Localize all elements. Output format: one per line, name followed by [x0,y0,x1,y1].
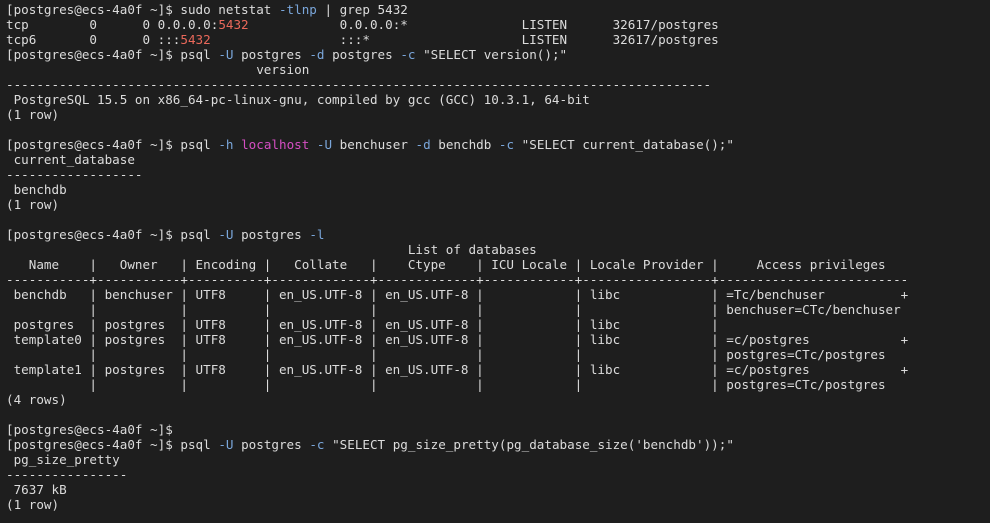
terminal-text: ------------------ [6,167,143,182]
terminal-text: [postgres@ecs-4a0f ~]$ psql [6,137,219,152]
terminal-text: (1 row) [6,107,60,122]
terminal-line: template0 | postgres | UTF8 | en_US.UTF-… [6,332,990,347]
terminal-line: (1 row) [6,497,990,512]
terminal-text: tcp 0 0 0.0.0.0: [6,17,219,32]
terminal-text: Name | Owner | Encoding | Collate | Ctyp… [6,257,886,272]
terminal-text: postgres [233,47,310,62]
terminal-line: ------------------ [6,167,990,182]
terminal-line: -----------+-----------+----------+-----… [6,272,990,287]
terminal-token-opt: -U [218,227,234,242]
terminal-text: | grep 5432 [316,2,408,17]
terminal-text: [postgres@ecs-4a0f ~]$ psql [6,47,219,62]
terminal-text: postgres [233,227,310,242]
terminal-text: (1 row) [6,197,60,212]
terminal-line: ----------------------------------------… [6,77,990,92]
terminal-line: | | | | | | | postgres=CTc/postgres [6,377,990,392]
terminal-line: ---------------- [6,467,990,482]
terminal-token-opt: -U [218,47,234,62]
terminal-token-opt: -d [415,137,431,152]
terminal-output[interactable]: [postgres@ecs-4a0f ~]$ sudo netstat -tln… [0,0,990,523]
terminal-line: [postgres@ecs-4a0f ~]$ psql -U postgres … [6,47,990,62]
terminal-token-opt: -l [309,227,325,242]
terminal-text: tcp6 0 0 ::: [6,32,181,47]
terminal-text: postgres [233,437,310,452]
terminal-line: (4 rows) [6,392,990,407]
terminal-text: | | | | | | | benchuser=CTc/benchuser [6,302,901,317]
terminal-line: benchdb | benchuser | UTF8 | en_US.UTF-8… [6,287,990,302]
terminal-token-lh: localhost [241,137,310,152]
terminal-text: postgres [324,47,401,62]
terminal-line: [postgres@ecs-4a0f ~]$ sudo netstat -tln… [6,2,990,17]
terminal-text: "SELECT current_database();" [514,137,734,152]
terminal-text: template1 | postgres | UTF8 | en_US.UTF-… [6,362,909,377]
terminal-text: | | | | | | | postgres=CTc/postgres [6,377,886,392]
terminal-text: "SELECT pg_size_pretty(pg_database_size(… [324,437,734,452]
terminal-token-opt: -tlnp [278,2,317,17]
terminal-token-opt: -h [218,137,234,152]
terminal-line: [postgres@ecs-4a0f ~]$ psql -U postgres … [6,437,990,452]
terminal-line: benchdb [6,182,990,197]
terminal-token-opt: -c [498,137,515,152]
terminal-text: ---------------- [6,467,128,482]
terminal-line: pg_size_pretty [6,452,990,467]
terminal-line: [postgres@ecs-4a0f ~]$ psql -h localhost… [6,137,990,152]
terminal-token-opt: -c [309,437,325,452]
terminal-line: | | | | | | | postgres=CTc/postgres [6,347,990,362]
terminal-text: (4 rows) [6,392,67,407]
terminal-line: current_database [6,152,990,167]
terminal-line: tcp 0 0 0.0.0.0:5432 0.0.0.0:* LISTEN 32… [6,17,990,32]
terminal-text: [postgres@ecs-4a0f ~]$ [6,422,173,437]
terminal-token-port: 5432 [218,17,249,32]
terminal-line: | | | | | | | benchuser=CTc/benchuser [6,302,990,317]
terminal-text: | | | | | | | postgres=CTc/postgres [6,347,886,362]
terminal-token-opt: -U [218,437,234,452]
terminal-token-opt: -U [316,137,333,152]
terminal-token-port: 5432 [180,32,211,47]
terminal-text: current_database [6,152,135,167]
terminal-text: postgres | postgres | UTF8 | en_US.UTF-8… [6,317,719,332]
terminal-text: :::* LISTEN 32617/postgres [210,32,719,47]
terminal-token-opt: -c [400,47,416,62]
terminal-line: (1 row) [6,107,990,122]
terminal-line: Name | Owner | Encoding | Collate | Ctyp… [6,257,990,272]
terminal-line: List of databases [6,242,990,257]
terminal-line: [postgres@ecs-4a0f ~]$ psql -U postgres … [6,227,990,242]
terminal-text: PostgreSQL 15.5 on x86_64-pc-linux-gnu, … [6,92,590,107]
terminal-text: [postgres@ecs-4a0f ~]$ psql [6,437,219,452]
terminal-line: [postgres@ecs-4a0f ~]$ [6,422,990,437]
terminal-text: 7637 kB [6,482,67,497]
terminal-text: benchuser [332,137,416,152]
terminal-text: List of databases [6,242,537,257]
terminal-line: template1 | postgres | UTF8 | en_US.UTF-… [6,362,990,377]
terminal-line: 7637 kB [6,482,990,497]
terminal-line: version [6,62,990,77]
terminal-line: tcp6 0 0 :::5432 :::* LISTEN 32617/postg… [6,32,990,47]
terminal-line: postgres | postgres | UTF8 | en_US.UTF-8… [6,317,990,332]
terminal-text: version [6,62,310,77]
terminal-text: 0.0.0.0:* LISTEN 32617/postgres [248,17,719,32]
terminal-text: -----------+-----------+----------+-----… [6,272,909,287]
terminal-text: (1 row) [6,497,60,512]
terminal-text: [postgres@ecs-4a0f ~]$ psql [6,227,219,242]
terminal-text: benchdb | benchuser | UTF8 | en_US.UTF-8… [6,287,909,302]
terminal-text: benchdb [430,137,499,152]
terminal-line: (1 row) [6,197,990,212]
terminal-text: ----------------------------------------… [6,77,712,92]
terminal-text: template0 | postgres | UTF8 | en_US.UTF-… [6,332,909,347]
terminal-text: "SELECT version();" [415,47,568,62]
terminal-text: [postgres@ecs-4a0f ~]$ sudo netstat [6,2,279,17]
terminal-text: pg_size_pretty [6,452,120,467]
terminal-line: PostgreSQL 15.5 on x86_64-pc-linux-gnu, … [6,92,990,107]
terminal-token-opt: -d [309,47,325,62]
terminal-text: benchdb [6,182,67,197]
